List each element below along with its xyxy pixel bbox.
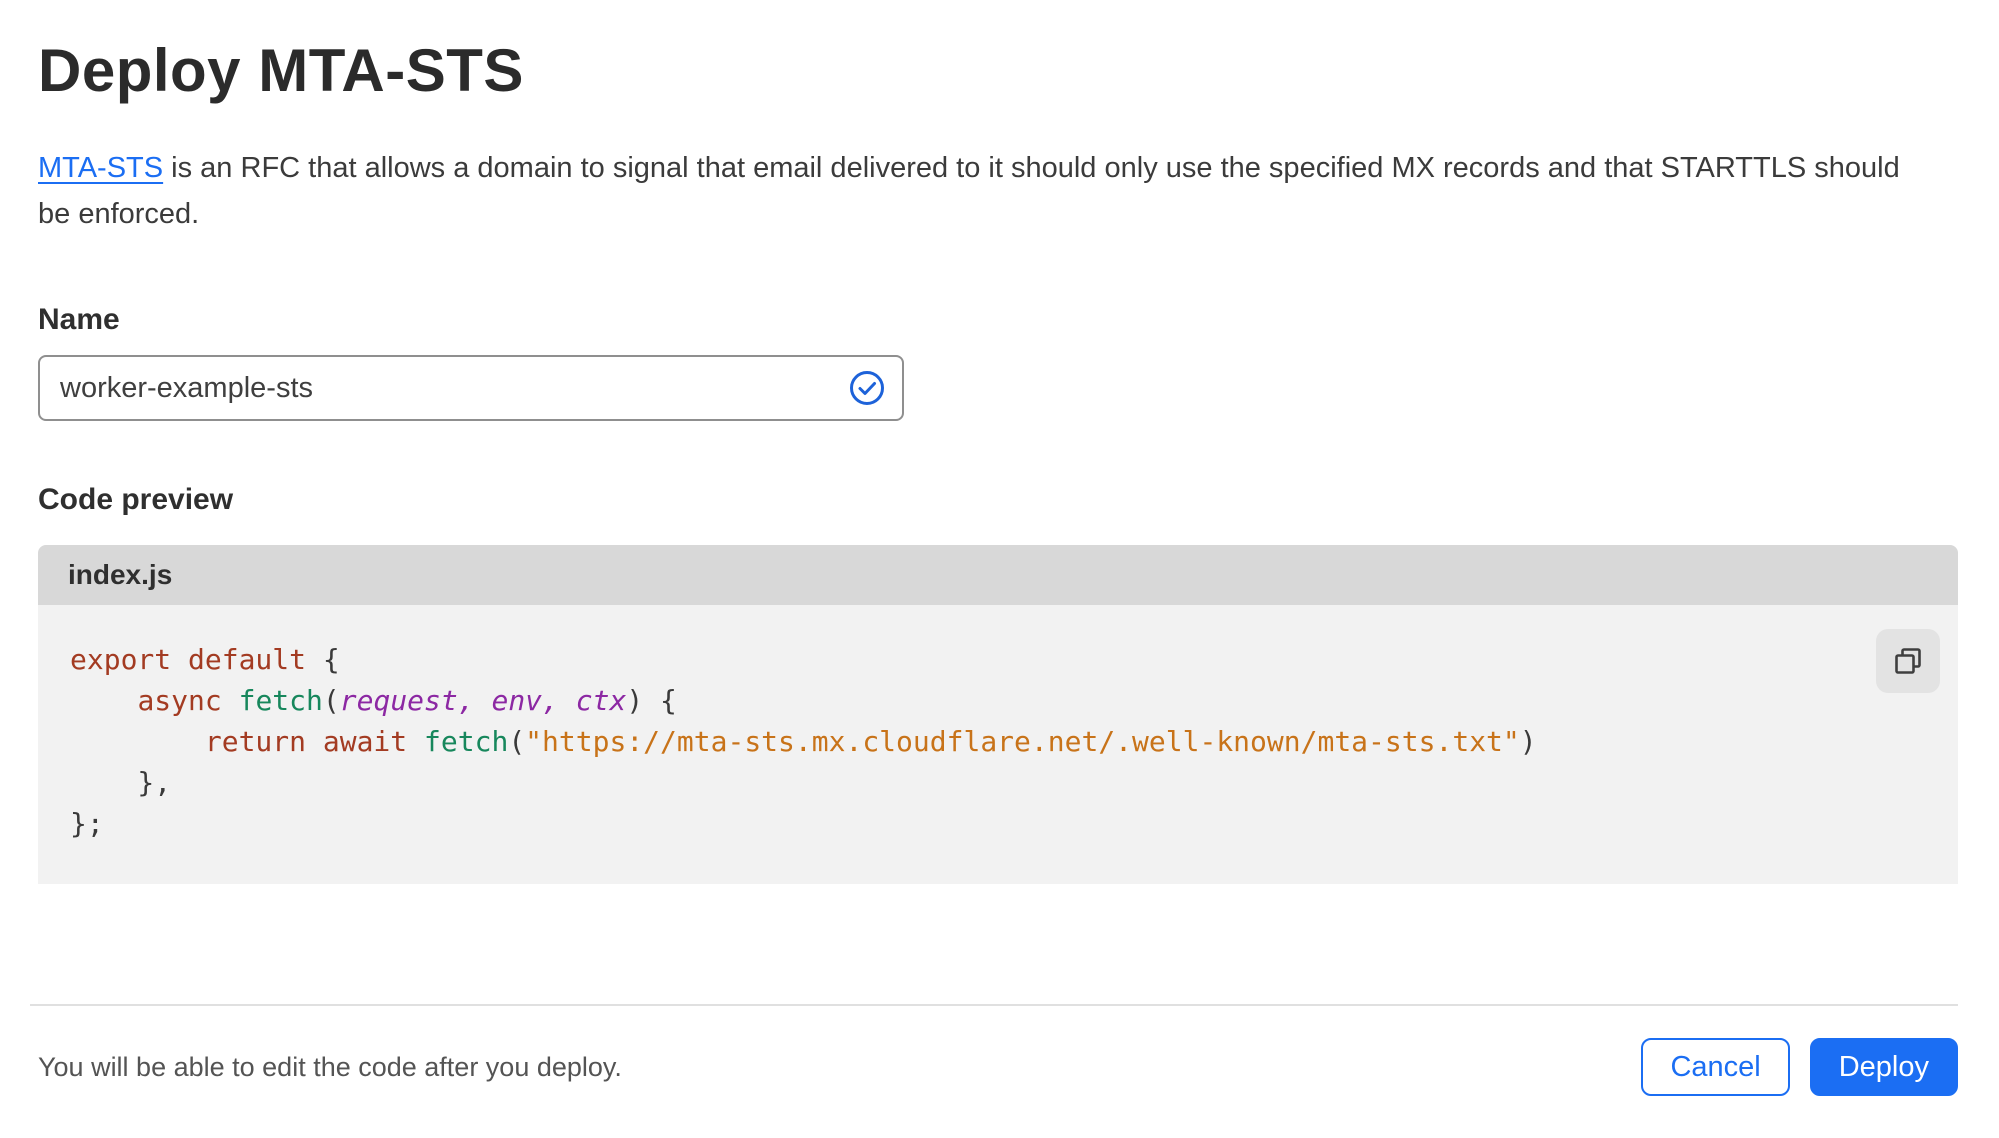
footer-divider xyxy=(30,1004,1958,1006)
check-circle-icon xyxy=(850,371,884,405)
code-tab-bar: index.js xyxy=(38,545,1958,612)
name-label: Name xyxy=(38,303,120,336)
description-rest: is an RFC that allows a domain to signal… xyxy=(38,152,1900,230)
tab-index-js[interactable]: index.js xyxy=(38,545,203,612)
cancel-button[interactable]: Cancel xyxy=(1641,1038,1790,1096)
deploy-mta-sts-page: Deploy MTA-STS MTA-STS is an RFC that al… xyxy=(0,36,1999,884)
page-title: Deploy MTA-STS xyxy=(38,37,524,104)
copy-icon xyxy=(1895,648,1921,674)
deploy-button[interactable]: Deploy xyxy=(1809,1038,1958,1096)
name-input[interactable] xyxy=(38,355,904,421)
name-input-wrap xyxy=(38,355,904,421)
footer-note: You will be able to edit the code after … xyxy=(38,1051,622,1082)
code-preview-card: index.js export default { async fetch(re… xyxy=(38,545,1958,884)
footer-actions: Cancel Deploy xyxy=(1641,1038,1958,1096)
code-preview-label: Code preview xyxy=(38,483,234,516)
footer: You will be able to edit the code after … xyxy=(0,1038,1999,1096)
mta-sts-link[interactable]: MTA-STS xyxy=(38,152,163,184)
code-block: export default { async fetch(request, en… xyxy=(70,643,1537,840)
tab-label: index.js xyxy=(68,559,173,590)
description-text: MTA-STS is an RFC that allows a domain t… xyxy=(38,145,1938,237)
copy-button[interactable] xyxy=(1876,629,1940,693)
code-body: export default { async fetch(request, en… xyxy=(38,605,1958,884)
